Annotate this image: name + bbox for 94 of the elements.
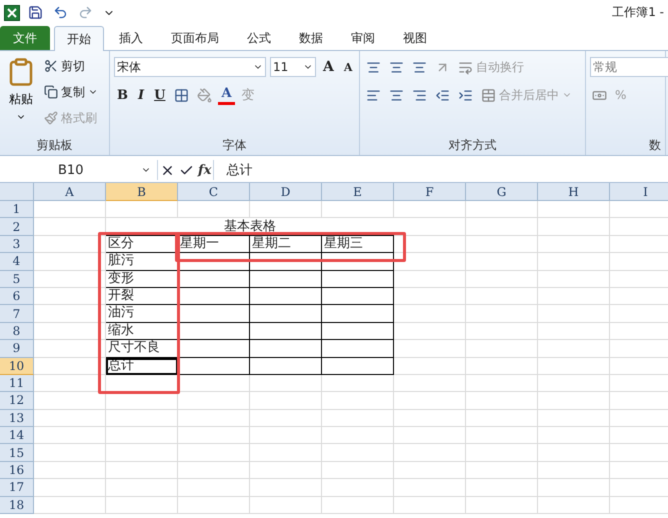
brush-icon: [44, 111, 58, 125]
copy-icon: [44, 85, 58, 99]
italic-button[interactable]: I: [135, 84, 148, 106]
ribbon-tab[interactable]: 视图: [390, 26, 440, 50]
font-color-button[interactable]: A: [218, 85, 235, 105]
table-cell[interactable]: 脏污: [106, 253, 178, 271]
table-cell[interactable]: 区分: [106, 236, 178, 254]
bold-button[interactable]: B: [114, 84, 131, 106]
row-header[interactable]: 4: [0, 253, 34, 271]
row-header[interactable]: 7: [0, 305, 34, 323]
row-header[interactable]: 16: [0, 462, 34, 480]
ribbon-tab[interactable]: 页面布局: [158, 26, 232, 50]
row-header[interactable]: 12: [0, 392, 34, 410]
scissors-icon: [44, 59, 58, 73]
group-label: 对齐方式: [448, 137, 498, 154]
group-label: 字体: [222, 137, 248, 154]
ribbon-tab[interactable]: 审阅: [338, 26, 388, 50]
group-label: 剪贴板: [36, 137, 74, 154]
table-cell[interactable]: 尺寸不良: [106, 340, 178, 358]
row-header[interactable]: 10: [0, 358, 34, 375]
table-cell[interactable]: [178, 358, 250, 375]
row-header[interactable]: 13: [0, 410, 34, 428]
column-header[interactable]: I: [610, 183, 668, 201]
table-cell[interactable]: [322, 322, 394, 340]
table-cell[interactable]: [250, 288, 322, 306]
window-title: 工作簿1 -: [612, 4, 664, 21]
clipboard-button[interactable]: 复制: [42, 81, 100, 103]
row-header[interactable]: 6: [0, 288, 34, 306]
row-header[interactable]: 9: [0, 340, 34, 358]
select-all-corner[interactable]: [0, 183, 34, 201]
ribbon-tab[interactable]: 开始: [54, 26, 104, 51]
row-header[interactable]: 1: [0, 201, 34, 218]
clipboard-button[interactable]: 剪切: [42, 55, 100, 77]
formula-field[interactable]: 总计: [213, 160, 668, 180]
column-header[interactable]: D: [250, 183, 322, 201]
table-cell[interactable]: [322, 358, 394, 375]
number-format-field[interactable]: 常规: [590, 57, 668, 77]
merge-cells-icon: [481, 88, 496, 102]
ribbon-tab[interactable]: 公式: [234, 26, 284, 50]
table-cell[interactable]: [178, 340, 250, 358]
table-cell[interactable]: [250, 305, 322, 323]
underline-button[interactable]: U: [151, 84, 168, 106]
font-name-field[interactable]: 宋体: [114, 57, 266, 77]
shrink-font-button[interactable]: A: [340, 56, 356, 78]
ribbon-tab[interactable]: 数据: [286, 26, 336, 50]
ribbon-tab[interactable]: 插入: [106, 26, 156, 50]
table-cell[interactable]: 变形: [106, 270, 178, 288]
column-header[interactable]: A: [34, 183, 106, 201]
table-cell[interactable]: 开裂: [106, 288, 178, 306]
row-header[interactable]: 3: [0, 236, 34, 254]
row-header[interactable]: 5: [0, 270, 34, 288]
table-cell[interactable]: 星期一: [178, 236, 250, 254]
row-header[interactable]: 15: [0, 444, 34, 462]
table-cell[interactable]: 星期二: [250, 236, 322, 254]
table-cell[interactable]: 油污: [106, 305, 178, 323]
insert-function-button[interactable]: fx: [196, 159, 214, 181]
row-header[interactable]: 2: [0, 218, 34, 236]
table-cell[interactable]: 星期三: [322, 236, 394, 254]
table-cell[interactable]: [322, 340, 394, 358]
table-cell[interactable]: [178, 305, 250, 323]
table-cell[interactable]: [178, 322, 250, 340]
file-menu-tab[interactable]: 文件: [0, 26, 50, 50]
paste-button[interactable]: 粘贴: [4, 55, 38, 135]
table-cell[interactable]: [178, 270, 250, 288]
font-size-field[interactable]: 11: [270, 57, 316, 77]
grow-font-button[interactable]: A: [320, 56, 337, 78]
row-header[interactable]: 14: [0, 427, 34, 444]
table-cell[interactable]: [322, 253, 394, 271]
table-title: 基本表格: [106, 218, 394, 236]
group-label: 数: [648, 137, 661, 154]
table-cell[interactable]: [250, 270, 322, 288]
spreadsheet-logo-icon: [4, 4, 20, 20]
column-header[interactable]: F: [394, 183, 466, 201]
column-header[interactable]: C: [178, 183, 250, 201]
row-header[interactable]: 8: [0, 322, 34, 340]
table-cell[interactable]: [178, 253, 250, 271]
table-cell[interactable]: [250, 322, 322, 340]
table-cell[interactable]: [322, 305, 394, 323]
name-box[interactable]: B10: [0, 160, 158, 180]
column-header[interactable]: G: [466, 183, 538, 201]
table-cell[interactable]: [322, 288, 394, 306]
wrap-text-icon: [458, 60, 473, 74]
column-header[interactable]: H: [538, 183, 610, 201]
table-cell[interactable]: [322, 270, 394, 288]
table-cell[interactable]: [250, 340, 322, 358]
column-header[interactable]: E: [322, 183, 394, 201]
table-cell[interactable]: 缩水: [106, 322, 178, 340]
column-header[interactable]: B: [106, 183, 178, 201]
row-header[interactable]: 18: [0, 496, 34, 514]
row-header[interactable]: 11: [0, 374, 34, 392]
table-cell[interactable]: [250, 253, 322, 271]
table-cell[interactable]: [178, 288, 250, 306]
row-header[interactable]: 17: [0, 479, 34, 497]
table-cell[interactable]: [250, 358, 322, 375]
